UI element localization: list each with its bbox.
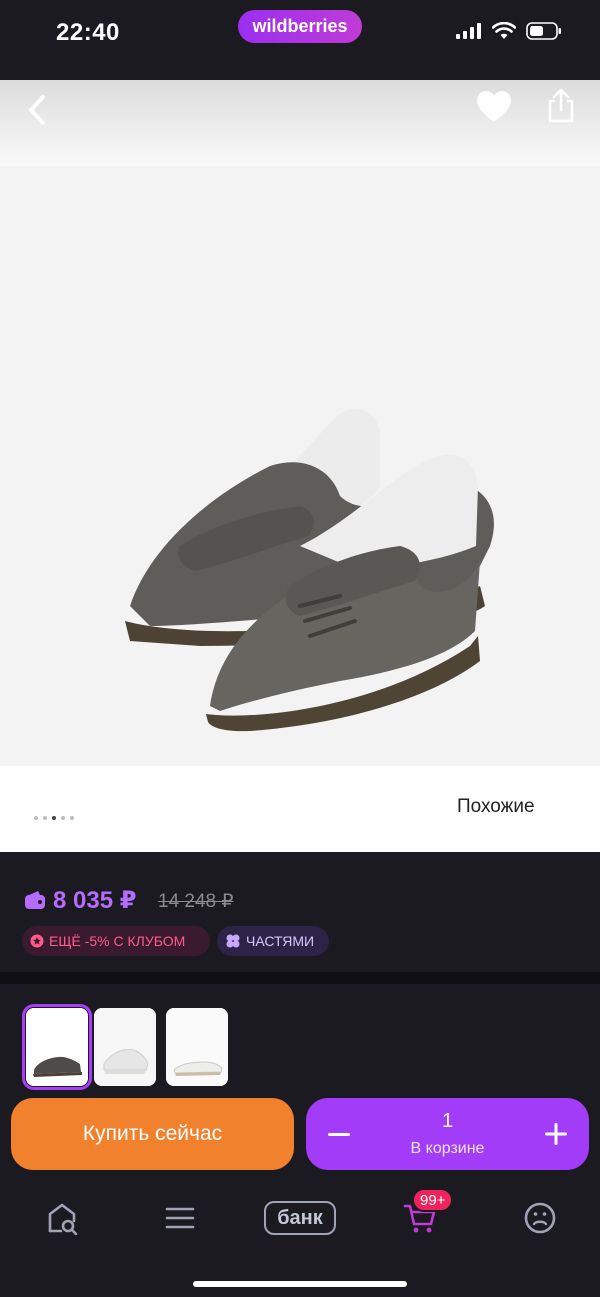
pagination-dot[interactable] (70, 816, 74, 820)
similar-products-link[interactable]: Похожие (457, 796, 535, 818)
bank-icon: банк (264, 1201, 336, 1235)
status-bar: 22:40 wildberries (0, 0, 600, 66)
color-variant-white[interactable] (94, 1008, 156, 1086)
product-gallery[interactable]: Похожие (0, 80, 600, 852)
share-button[interactable] (546, 88, 584, 128)
home-indicator[interactable] (193, 1281, 407, 1287)
status-time: 22:40 (56, 19, 120, 46)
installments-icon (226, 934, 240, 948)
pagination-dot-active[interactable] (52, 816, 56, 820)
cellular-signal-icon (456, 23, 481, 39)
variant-thumbnail (166, 1008, 228, 1086)
section-divider (0, 972, 600, 984)
product-photo[interactable] (0, 166, 600, 766)
sneakers-image (0, 166, 600, 766)
wifi-icon (492, 22, 516, 39)
share-icon (548, 88, 574, 123)
catalog-icon (165, 1207, 195, 1229)
pagination-dot[interactable] (34, 816, 38, 820)
favorite-button[interactable] (476, 90, 514, 128)
chevron-left-icon (29, 95, 45, 125)
brand-pill[interactable]: wildberries (238, 10, 362, 43)
plus-icon[interactable] (542, 1120, 570, 1148)
old-price: 14 248 ₽ (158, 891, 234, 912)
variant-thumbnail (94, 1008, 156, 1086)
battery-icon (526, 22, 561, 40)
club-star-icon (30, 934, 44, 948)
current-price: 8 035 ₽ (53, 887, 137, 914)
installments-label: ЧАСТЯМИ (246, 933, 315, 949)
installments-badge[interactable]: ЧАСТЯМИ (217, 926, 329, 956)
club-discount-label: ЕЩЁ -5% С КЛУБОМ (49, 933, 186, 949)
price-card: 8 035 ₽ 14 248 ₽ ЕЩЁ -5% С КЛУБОМ ЧАСТЯМ… (0, 852, 600, 972)
tab-catalog[interactable] (160, 1196, 200, 1240)
color-variant-white-beige[interactable] (166, 1008, 228, 1086)
cart-count-badge: 99+ (412, 1188, 454, 1212)
tab-home[interactable] (42, 1196, 82, 1240)
pagination-dot[interactable] (43, 816, 47, 820)
gallery-footer: Похожие (0, 766, 600, 852)
purchase-sheet: Купить сейчас 1 В корзине банк 99+ (0, 984, 600, 1297)
heart-icon (477, 91, 511, 122)
tab-profile[interactable] (520, 1196, 560, 1240)
pagination-dots (34, 816, 74, 820)
color-variant-grey[interactable] (22, 1004, 92, 1090)
cart-quantity-control: 1 В корзине (306, 1098, 589, 1170)
status-icons (456, 22, 562, 40)
club-discount-badge[interactable]: ЕЩЁ -5% С КЛУБОМ (22, 926, 210, 956)
home-search-icon (48, 1203, 78, 1235)
variant-thumbnail (26, 1008, 88, 1086)
pagination-dot[interactable] (61, 816, 65, 820)
tab-bank[interactable]: банк (263, 1196, 337, 1240)
wallet-icon (25, 891, 45, 909)
profile-icon (524, 1202, 556, 1234)
buy-now-button[interactable]: Купить сейчас (11, 1098, 294, 1170)
gallery-header (0, 80, 600, 166)
back-button[interactable] (20, 90, 54, 130)
